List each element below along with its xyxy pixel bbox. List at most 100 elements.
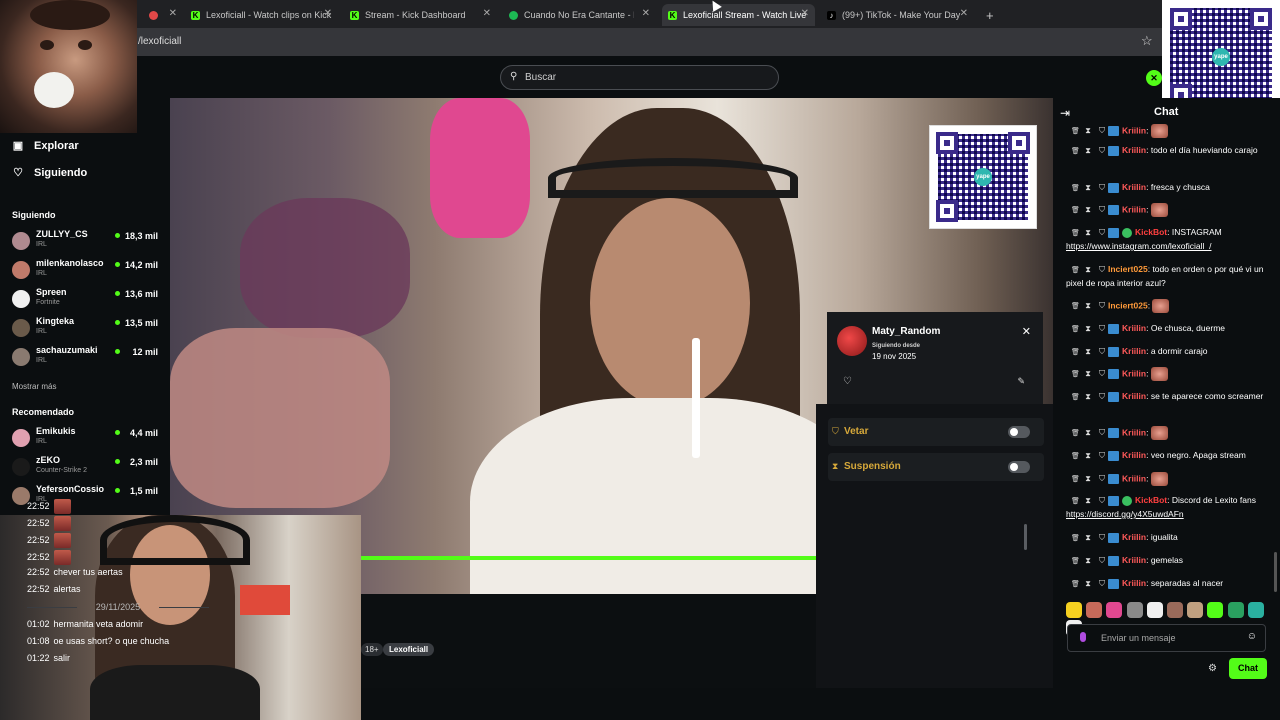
timeout-icon[interactable]: ⧗ bbox=[1085, 472, 1091, 485]
emote-picker-item[interactable] bbox=[1166, 602, 1183, 618]
close-tab-icon[interactable]: ✕ bbox=[960, 8, 968, 19]
gear-icon[interactable]: ⚙ bbox=[1208, 663, 1217, 674]
tab-1[interactable]: K Lexoficiall - Watch clips on Kick ✕ bbox=[185, 4, 338, 26]
emote-picker-item[interactable] bbox=[1126, 602, 1143, 618]
user-card-name[interactable]: Maty_Random bbox=[872, 326, 940, 337]
timeout-icon[interactable]: ⧗ bbox=[1085, 299, 1091, 312]
delete-icon[interactable]: 🗑 bbox=[1071, 532, 1080, 545]
chat-username[interactable]: Inciert025 bbox=[1108, 300, 1148, 310]
chat-username[interactable]: Kriilin bbox=[1122, 323, 1146, 333]
pin-icon[interactable]: ✎ bbox=[1017, 376, 1025, 387]
channel-row[interactable]: milenkanolasco IRL 14,2 mil bbox=[12, 258, 162, 284]
ban-icon[interactable]: ⛉ bbox=[1099, 426, 1105, 439]
timeout-icon[interactable]: ⧗ bbox=[1085, 263, 1091, 276]
ban-icon[interactable]: ⛉ bbox=[1099, 144, 1105, 157]
chat-scrollbar[interactable] bbox=[1274, 552, 1277, 592]
url-field[interactable]: /lexoficiall bbox=[138, 36, 181, 47]
timeout-icon[interactable]: ⧗ bbox=[1085, 554, 1091, 567]
chat-username[interactable]: Kriilin bbox=[1122, 555, 1146, 565]
emoji-icon[interactable]: ☺ bbox=[1247, 631, 1257, 642]
chat-username[interactable]: Kriilin bbox=[1122, 473, 1146, 483]
timeout-icon[interactable]: ⧗ bbox=[1085, 390, 1091, 403]
send-chat-button[interactable]: Chat bbox=[1229, 658, 1267, 679]
delete-icon[interactable]: 🗑 bbox=[1071, 450, 1080, 463]
delete-icon[interactable]: 🗑 bbox=[1071, 145, 1080, 158]
ban-icon[interactable]: ⛉ bbox=[1099, 554, 1105, 567]
chat-link[interactable]: https://www.instagram.com/lexoficiall_/ bbox=[1066, 241, 1212, 251]
timeout-icon[interactable]: ⧗ bbox=[1085, 367, 1091, 380]
channel-row[interactable]: Spreen Fortnite 13,6 mil bbox=[12, 287, 162, 313]
nav-siguiendo[interactable]: ♡ Siguiendo bbox=[12, 166, 87, 180]
chat-username[interactable]: Kriilin bbox=[1122, 450, 1146, 460]
ban-icon[interactable]: ⛉ bbox=[1099, 124, 1105, 137]
close-tab-icon[interactable]: ✕ bbox=[169, 8, 177, 19]
timeout-row[interactable]: ⧗ Suspensión bbox=[828, 453, 1044, 481]
timeout-icon[interactable]: ⧗ bbox=[1085, 181, 1091, 194]
emote-picker-item[interactable] bbox=[1207, 602, 1224, 618]
timeout-icon[interactable]: ⧗ bbox=[1085, 449, 1091, 462]
emote-picker-item[interactable] bbox=[1227, 602, 1244, 618]
chat-username[interactable]: Kriilin bbox=[1122, 204, 1146, 214]
ban-icon[interactable]: ⛉ bbox=[1099, 203, 1105, 216]
delete-icon[interactable]: 🗑 bbox=[1071, 473, 1080, 486]
delete-icon[interactable]: 🗑 bbox=[1071, 346, 1080, 359]
channel-name-badge[interactable]: Lexoficiall bbox=[383, 643, 435, 656]
search-input[interactable]: ⚲ Buscar bbox=[500, 65, 779, 90]
timeout-icon[interactable]: ⧗ bbox=[1085, 322, 1091, 335]
ban-icon[interactable]: ⛉ bbox=[1099, 449, 1105, 462]
ban-icon[interactable]: ⛉ bbox=[1099, 577, 1105, 590]
delete-icon[interactable]: 🗑 bbox=[1071, 555, 1080, 568]
close-tab-icon[interactable]: ✕ bbox=[801, 8, 809, 19]
avatar[interactable] bbox=[12, 429, 30, 447]
timeout-icon[interactable]: ⧗ bbox=[1085, 494, 1091, 507]
ban-icon[interactable]: ⛉ bbox=[1099, 345, 1105, 358]
chat-username[interactable]: Kriilin bbox=[1122, 346, 1146, 356]
ban-icon[interactable]: ⛉ bbox=[1099, 390, 1105, 403]
emote-picker-item[interactable] bbox=[1187, 602, 1204, 618]
timeout-icon[interactable]: ⧗ bbox=[1085, 345, 1091, 358]
chat-username[interactable]: Kriilin bbox=[1122, 145, 1146, 155]
delete-icon[interactable]: 🗑 bbox=[1071, 204, 1080, 217]
delete-icon[interactable]: 🗑 bbox=[1071, 182, 1080, 195]
avatar[interactable] bbox=[12, 290, 30, 308]
chat-username[interactable]: Kriilin bbox=[1122, 125, 1146, 135]
chat-username[interactable]: Kriilin bbox=[1122, 368, 1146, 378]
delete-icon[interactable]: 🗑 bbox=[1071, 227, 1080, 240]
avatar[interactable] bbox=[12, 319, 30, 337]
channel-row[interactable]: zEKO Counter-Strike 2 2,3 mil bbox=[12, 455, 162, 481]
delete-icon[interactable]: 🗑 bbox=[1071, 578, 1080, 591]
collapse-chat-icon[interactable]: ⇥ bbox=[1060, 106, 1070, 120]
delete-icon[interactable]: 🗑 bbox=[1071, 391, 1080, 404]
ban-icon[interactable]: ⛉ bbox=[1099, 181, 1105, 194]
timeout-toggle[interactable] bbox=[1008, 461, 1030, 473]
delete-icon[interactable]: 🗑 bbox=[1071, 495, 1080, 508]
bookmark-star-icon[interactable]: ☆ bbox=[1141, 33, 1153, 49]
tab-3[interactable]: Cuando No Era Cantante - El B ✕ bbox=[503, 4, 656, 26]
close-icon[interactable]: ✕ bbox=[1022, 325, 1031, 338]
chat-username[interactable]: Kriilin bbox=[1122, 578, 1146, 588]
channel-row[interactable]: Kingteka IRL 13,5 mil bbox=[12, 316, 162, 342]
timeout-icon[interactable]: ⧗ bbox=[1085, 144, 1091, 157]
ban-toggle[interactable] bbox=[1008, 426, 1030, 438]
kick-logo-icon[interactable]: ✕ bbox=[1146, 70, 1162, 86]
ban-icon[interactable]: ⛉ bbox=[1099, 263, 1105, 276]
delete-icon[interactable]: 🗑 bbox=[1071, 323, 1080, 336]
ban-icon[interactable]: ⛉ bbox=[1099, 367, 1105, 380]
history-scrollbar[interactable] bbox=[1024, 524, 1027, 550]
delete-icon[interactable]: 🗑 bbox=[1071, 125, 1080, 138]
emote-picker-item[interactable] bbox=[1066, 602, 1082, 618]
mic-icon[interactable] bbox=[1080, 632, 1086, 642]
timeout-icon[interactable]: ⧗ bbox=[1085, 124, 1091, 137]
ban-icon[interactable]: ⛉ bbox=[1099, 531, 1105, 544]
avatar[interactable] bbox=[12, 458, 30, 476]
ban-icon[interactable]: ⛉ bbox=[1099, 299, 1105, 312]
avatar[interactable] bbox=[837, 326, 867, 356]
tab-2[interactable]: K Stream - Kick Dashboard ✕ bbox=[344, 4, 497, 26]
ban-icon[interactable]: ⛉ bbox=[1099, 226, 1105, 239]
ban-icon[interactable]: ⛉ bbox=[1099, 322, 1105, 335]
new-tab-button[interactable]: + bbox=[980, 4, 1000, 26]
delete-icon[interactable]: 🗑 bbox=[1071, 368, 1080, 381]
channel-row[interactable]: ZULLYY_CS IRL 18,3 mil bbox=[12, 229, 162, 255]
tab-0[interactable]: ✕ bbox=[143, 4, 183, 26]
ban-icon[interactable]: ⛉ bbox=[1099, 472, 1105, 485]
